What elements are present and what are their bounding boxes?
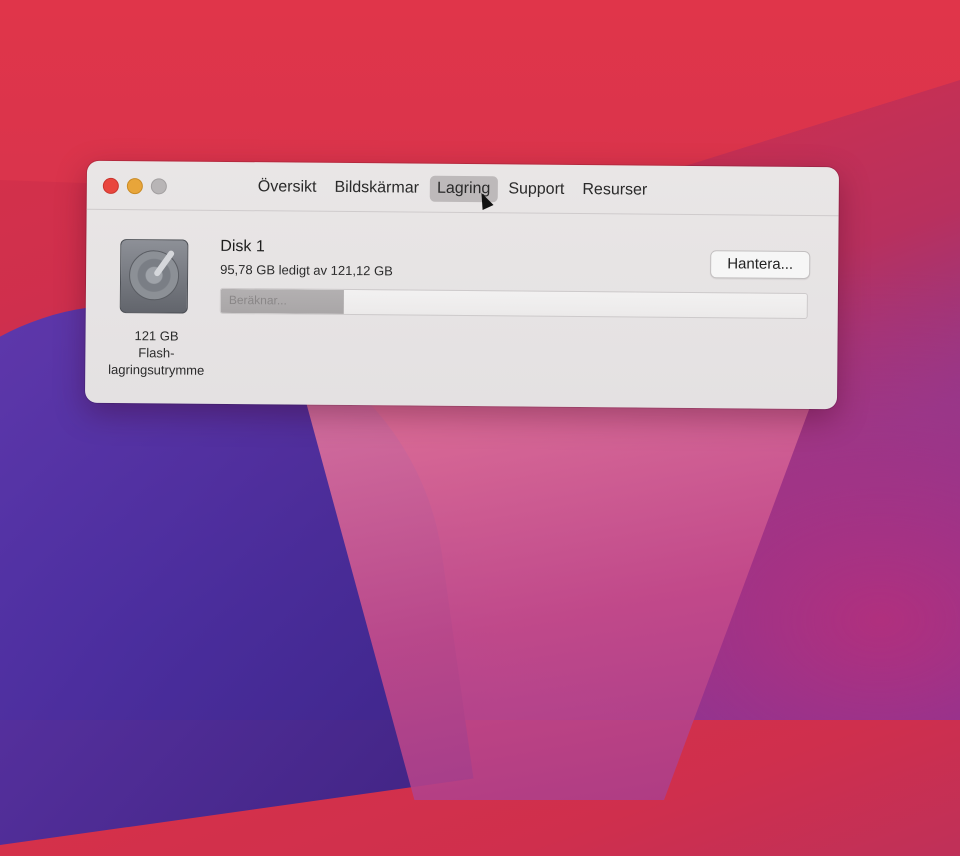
tab-bildskarmar[interactable]: Bildskärmar — [327, 175, 426, 202]
tab-oversikt[interactable]: Översikt — [251, 174, 324, 201]
tab-support[interactable]: Support — [501, 176, 571, 203]
storage-usage-bar: Beräknar... — [219, 287, 808, 320]
disk-name: Disk 1 — [220, 237, 265, 256]
disk-type-caption-line2: lagringsutrymme — [108, 361, 205, 378]
zoom-window-button[interactable] — [150, 178, 167, 195]
manage-button[interactable]: Hantera... — [710, 250, 811, 280]
tab-resurser[interactable]: Resurser — [575, 177, 654, 204]
window-titlebar: Översikt Bildskärmar Lagring Support Res… — [86, 160, 840, 217]
disk-type-caption-line1: Flash- — [138, 345, 175, 361]
hard-disk-icon — [119, 239, 189, 314]
disk-caption: 121 GB Flash- lagringsutrymme — [93, 327, 219, 379]
disk-capacity-caption: 121 GB — [134, 328, 179, 344]
minimize-window-button[interactable] — [126, 178, 143, 195]
disk-free-space: 95,78 GB ledigt av 121,12 GB — [220, 261, 393, 279]
about-this-mac-window: Översikt Bildskärmar Lagring Support Res… — [84, 160, 840, 410]
tab-bar: Översikt Bildskärmar Lagring Support Res… — [251, 174, 655, 204]
close-window-button[interactable] — [102, 177, 119, 195]
storage-bar-label: Beräknar... — [228, 292, 287, 308]
